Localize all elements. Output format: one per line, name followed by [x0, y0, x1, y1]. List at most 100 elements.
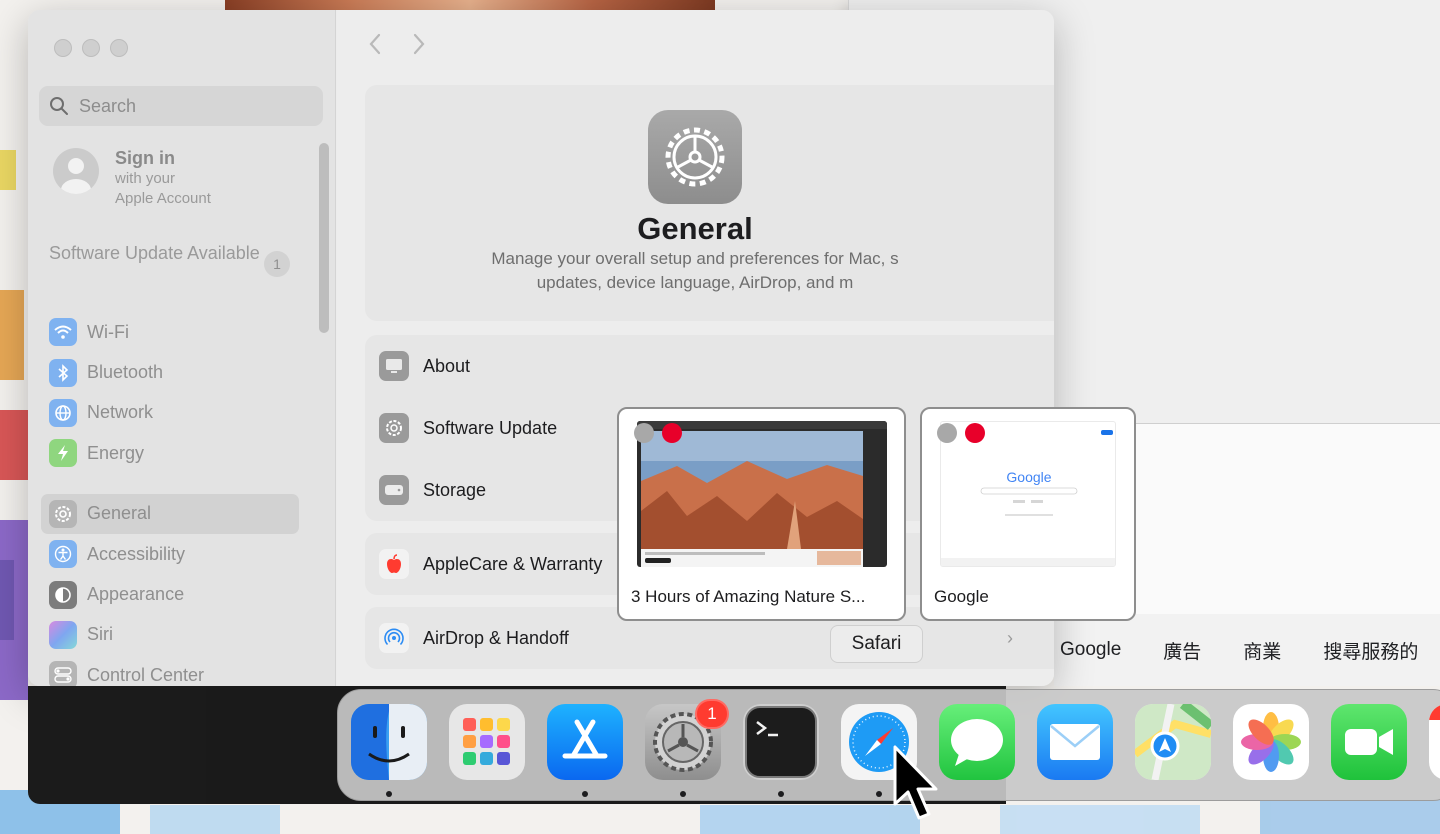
dock-app-terminal[interactable] — [743, 704, 819, 780]
footer-link-google[interactable]: Google — [1060, 639, 1121, 661]
dock-app-finder[interactable] — [351, 704, 427, 780]
dock-app-partial[interactable] — [1429, 704, 1440, 780]
mail-icon — [1050, 724, 1100, 760]
row-label: Software Update — [423, 417, 558, 438]
running-indicator — [876, 791, 882, 797]
zoom-button[interactable] — [110, 39, 128, 57]
sidebar-item-general[interactable]: General — [41, 493, 299, 534]
row-label: AirDrop & Handoff — [423, 627, 569, 648]
window-title: Google — [934, 587, 989, 606]
sidebar-nav: Wi-Fi Bluetooth Network Energy General A… — [41, 312, 299, 686]
dock-tooltip: Safari — [830, 625, 923, 663]
row-about[interactable]: About — [365, 335, 1054, 397]
sidebar-item-wifi[interactable]: Wi-Fi — [41, 312, 299, 352]
window-thumbnail-video[interactable]: 3 Hours of Amazing Nature S... — [617, 407, 906, 621]
sidebar-item-label: Accessibility — [87, 543, 186, 564]
calendar-icon — [1429, 704, 1440, 720]
thumbnail-close-dot[interactable] — [965, 423, 985, 443]
mouse-cursor-icon — [893, 745, 938, 820]
close-button[interactable] — [54, 39, 72, 57]
messages-icon — [951, 719, 1003, 766]
general-header-card: General Manage your overall setup and pr… — [365, 85, 1054, 321]
thumbnail-close-dot[interactable] — [662, 423, 682, 443]
general-gear-icon — [648, 110, 742, 204]
google-page-area — [1136, 424, 1440, 614]
sidebar-item-energy[interactable]: Energy — [41, 433, 299, 473]
update-count-badge: 1 — [264, 251, 290, 277]
avatar — [53, 148, 99, 194]
navigation-arrows — [367, 32, 427, 56]
sidebar-item-bluetooth[interactable]: Bluetooth — [41, 352, 299, 392]
finder-icon — [351, 704, 427, 780]
minimize-button[interactable] — [82, 39, 100, 57]
sidebar-item-label: Siri — [87, 624, 113, 645]
notification-badge: 1 — [695, 699, 729, 729]
energy-icon — [49, 439, 77, 468]
airdrop-icon — [379, 623, 409, 653]
search-input[interactable] — [79, 95, 299, 117]
launchpad-icon — [463, 718, 510, 765]
dock-app-facetime[interactable] — [1331, 704, 1407, 780]
footer-link-business[interactable]: 商業 — [1243, 637, 1281, 664]
row-label: AppleCare & Warranty — [423, 553, 603, 574]
thumbnail-minimize-dot[interactable] — [634, 423, 654, 443]
maps-icon — [1135, 704, 1211, 780]
apple-account-signin[interactable]: Sign in with your Apple Account — [53, 148, 211, 209]
back-arrow-icon[interactable] — [367, 32, 383, 56]
forward-arrow-icon[interactable] — [411, 32, 427, 56]
search-icon — [50, 97, 68, 115]
software-update-available[interactable]: Software Update Available — [49, 242, 293, 265]
running-indicator — [386, 791, 392, 797]
footer-link-ads[interactable]: 廣告 — [1163, 637, 1201, 664]
row-label: Storage — [423, 479, 487, 500]
control-center-icon — [49, 661, 77, 686]
person-icon — [61, 158, 91, 194]
sidebar-item-label: Network — [87, 402, 154, 423]
gear-icon — [49, 499, 77, 528]
accessibility-icon — [49, 540, 77, 569]
terminal-icon — [745, 706, 817, 778]
window-title: 3 Hours of Amazing Nature S... — [631, 587, 866, 606]
row-label: About — [423, 355, 471, 376]
storage-icon — [379, 475, 409, 505]
sidebar-item-label: Energy — [87, 442, 145, 463]
dock-app-mail[interactable] — [1037, 704, 1113, 780]
dock-app-maps[interactable] — [1135, 704, 1211, 780]
sidebar-item-label: Wi-Fi — [87, 321, 129, 342]
description-line-2: updates, device language, AirDrop, and m — [536, 273, 854, 292]
appearance-icon — [49, 580, 77, 609]
signin-line1: with your — [115, 170, 176, 187]
sidebar-item-accessibility[interactable]: Accessibility — [41, 534, 299, 574]
siri-icon — [49, 620, 77, 649]
signin-title: Sign in — [115, 148, 175, 168]
photos-icon — [1241, 712, 1301, 772]
sidebar-item-label: Appearance — [87, 584, 185, 605]
footer-link-search[interactable]: 搜尋服務的 — [1323, 637, 1418, 664]
google-logo-text: Google — [1006, 469, 1051, 485]
sidebar-item-control-center[interactable]: Control Center — [41, 655, 299, 686]
window-thumbnail-google[interactable]: Google Google — [920, 407, 1136, 621]
sidebar-item-label: Control Center — [87, 664, 205, 685]
google-page-thumbnail: Google — [940, 421, 1116, 567]
sidebar-scrollbar[interactable] — [319, 143, 329, 333]
network-icon — [49, 398, 77, 427]
sidebar-item-network[interactable]: Network — [41, 393, 299, 433]
search-field[interactable] — [39, 86, 323, 126]
dock-app-photos[interactable] — [1233, 704, 1309, 780]
dock-app-messages[interactable] — [939, 704, 1015, 780]
gear-badge-icon — [379, 413, 409, 443]
video-page-thumbnail — [637, 421, 887, 567]
dock — [337, 689, 1440, 801]
dock-app-launchpad[interactable] — [449, 704, 525, 780]
running-indicator — [582, 791, 588, 797]
running-indicator — [680, 791, 686, 797]
thumbnail-minimize-dot[interactable] — [937, 423, 957, 443]
chevron-right-icon: › — [1007, 627, 1013, 648]
sidebar-item-label: Bluetooth — [87, 362, 164, 383]
signin-line2: Apple Account — [115, 190, 211, 207]
sidebar-item-siri[interactable]: Siri — [41, 615, 299, 655]
window-controls — [54, 39, 128, 57]
sidebar-item-appearance[interactable]: Appearance — [41, 574, 299, 614]
dock-app-app-store[interactable] — [547, 704, 623, 780]
running-indicator — [778, 791, 784, 797]
